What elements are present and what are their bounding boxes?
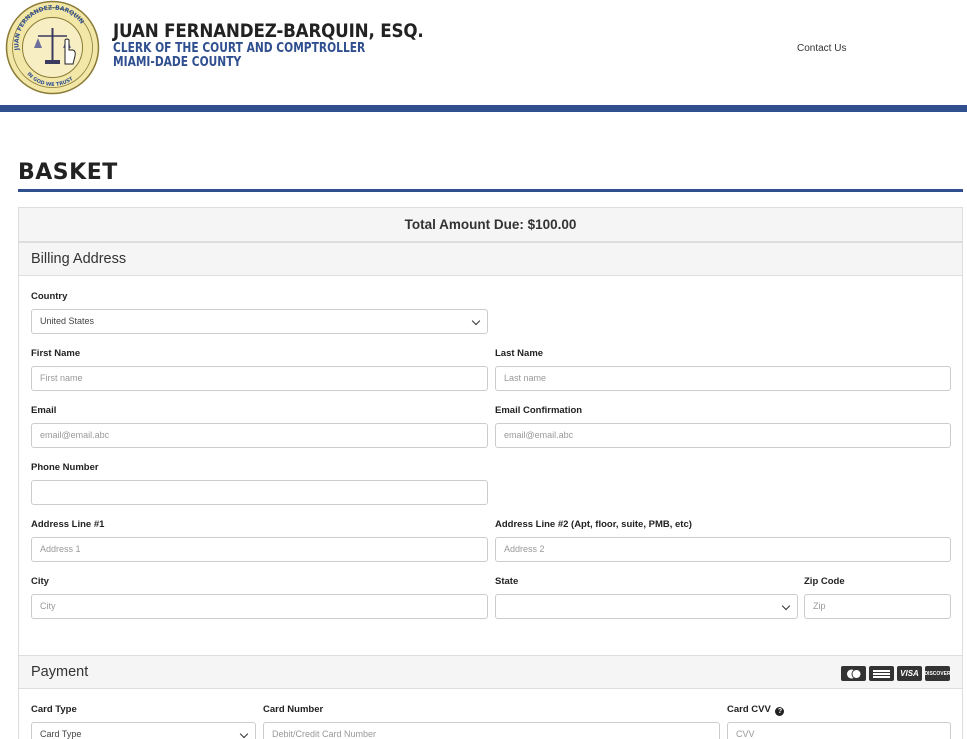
address-line-2-input[interactable]: Address 2: [495, 537, 951, 562]
card-cvv-label-text: Card CVV: [727, 704, 771, 715]
site-header: JUAN FERNANDEZ-BARQUIN IN GOD WE TRUST J…: [0, 0, 967, 107]
discover-icon: DISCOVER: [924, 666, 951, 681]
card-number-label: Card Number: [263, 704, 324, 715]
address-line-1-label: Address Line #1: [31, 519, 105, 530]
title-underline: [18, 189, 963, 192]
card-type-select[interactable]: Card Type: [31, 722, 256, 739]
last-name-label: Last Name: [495, 348, 544, 359]
clerk-title: CLERK OF THE COURT AND COMPTROLLER: [113, 41, 366, 56]
state-select[interactable]: [495, 594, 798, 619]
phone-number-input[interactable]: [31, 480, 488, 505]
email-label: Email: [31, 405, 57, 416]
first-name-label: First Name: [31, 348, 81, 359]
email-confirmation-label: Email Confirmation: [495, 405, 583, 416]
chevron-down-icon: [781, 601, 791, 611]
amex-icon: [869, 666, 894, 681]
phone-number-label: Phone Number: [31, 462, 99, 473]
payment-title: Payment: [31, 664, 89, 680]
billing-address-title: Billing Address: [31, 251, 127, 267]
card-cvv-input[interactable]: CVV: [727, 722, 951, 739]
chevron-down-icon: [471, 316, 481, 326]
header-divider: [0, 105, 967, 112]
card-cvv-label: Card CVV ?: [727, 704, 785, 716]
country-select-value: United States: [40, 316, 95, 326]
billing-address-header: Billing Address: [19, 242, 962, 276]
zip-code-input[interactable]: Zip: [804, 594, 951, 619]
email-confirmation-input[interactable]: email@email.abc: [495, 423, 951, 448]
visa-icon: VISA: [897, 666, 922, 681]
address-line-2-label: Address Line #2 (Apt, floor, suite, PMB,…: [495, 519, 692, 530]
email-input[interactable]: email@email.abc: [31, 423, 488, 448]
card-number-input[interactable]: Debit/Credit Card Number: [263, 722, 720, 739]
county-name: MIAMI-DADE COUNTY: [113, 55, 242, 70]
header-titles: JUAN FERNANDEZ-BARQUIN, ESQ. CLERK OF TH…: [113, 20, 466, 70]
contact-us-link[interactable]: Contact Us: [797, 43, 846, 54]
zip-code-label: Zip Code: [804, 576, 845, 587]
mastercard-icon: [841, 666, 866, 681]
first-name-input[interactable]: First name: [31, 366, 488, 391]
basket-panel: Total Amount Due: $100.00 Billing Addres…: [18, 207, 963, 739]
accepted-cards: VISA DISCOVER: [841, 666, 951, 682]
last-name-input[interactable]: Last name: [495, 366, 951, 391]
state-label: State: [495, 576, 519, 587]
country-select[interactable]: United States: [31, 309, 488, 334]
card-type-select-value: Card Type: [40, 729, 82, 739]
page-title: BASKET: [18, 160, 118, 185]
card-type-label: Card Type: [31, 704, 77, 715]
country-label: Country: [31, 291, 68, 302]
clerk-name: JUAN FERNANDEZ-BARQUIN, ESQ.: [113, 20, 424, 42]
chevron-down-icon: [239, 729, 249, 739]
total-amount-due: Total Amount Due: $100.00: [19, 208, 962, 242]
address-line-1-input[interactable]: Address 1: [31, 537, 488, 562]
city-input[interactable]: City: [31, 594, 488, 619]
city-label: City: [31, 576, 49, 587]
clerk-seal-logo[interactable]: JUAN FERNANDEZ-BARQUIN IN GOD WE TRUST: [5, 0, 100, 95]
payment-header: Payment VISA DISCOVER: [19, 655, 962, 689]
question-circle-icon[interactable]: ?: [775, 707, 785, 716]
